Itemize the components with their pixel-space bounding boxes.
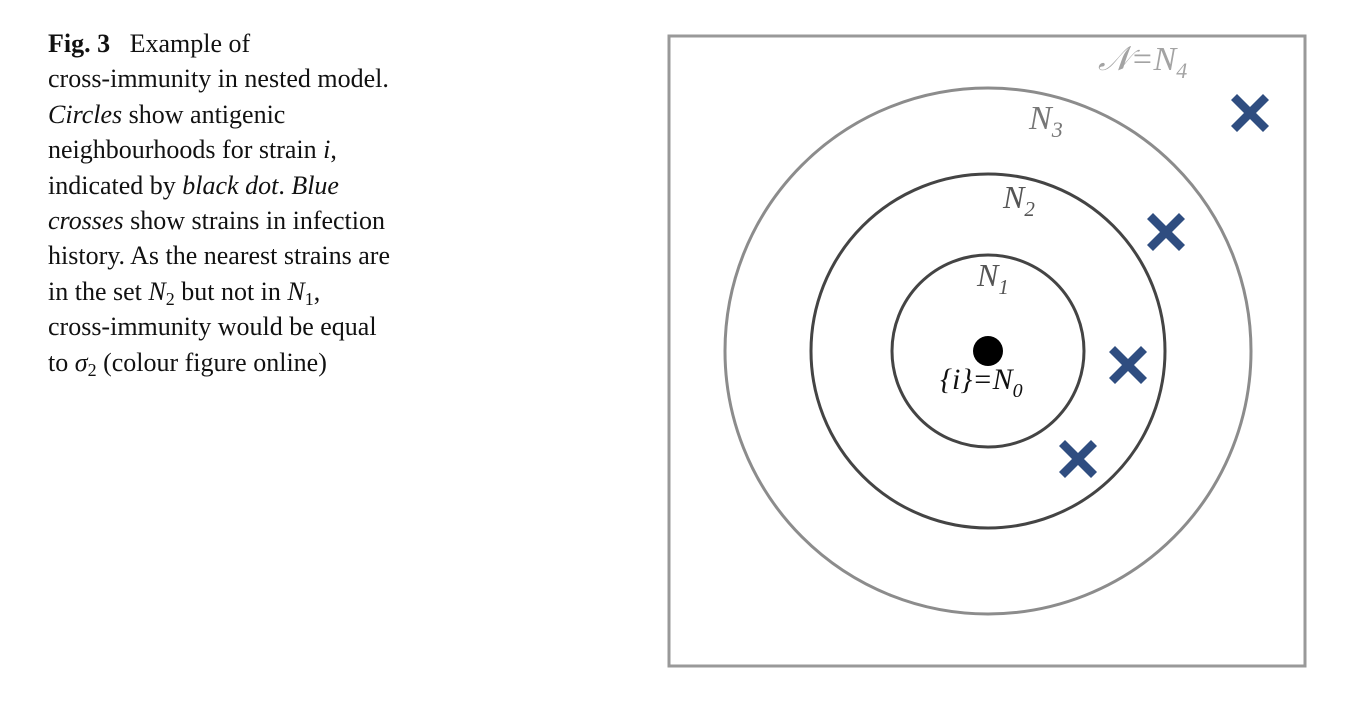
- n2-label-subscript: 2: [1024, 197, 1035, 221]
- n2-label: N2: [1002, 179, 1035, 221]
- infection-cross-icon: [1059, 440, 1097, 478]
- n3-label-text: N: [1028, 100, 1054, 137]
- n1-label: N1: [976, 257, 1009, 299]
- infection-cross-icon: [1109, 346, 1147, 384]
- strain-i-dot: [973, 336, 1003, 366]
- n2-label-text: N: [1002, 179, 1026, 215]
- n0-label-subscript: 0: [1013, 380, 1023, 402]
- outer-set-eq: =N: [1131, 41, 1179, 78]
- n0-label-text: {i}=N: [940, 363, 1015, 396]
- infection-cross-icon: [1147, 213, 1185, 251]
- outer-set-label: 𝒩=N4: [1098, 41, 1187, 83]
- n3-label: N3: [1028, 100, 1063, 142]
- infection-cross-icon: [1231, 94, 1269, 132]
- n1-label-text: N: [976, 257, 1000, 293]
- n0-label: {i}=N0: [940, 363, 1023, 402]
- n3-label-subscript: 3: [1051, 117, 1063, 142]
- n1-label-subscript: 1: [998, 275, 1009, 299]
- nested-neighbourhood-diagram: 𝒩=N4 N3 N2 N1 {i}=N0: [667, 34, 1307, 668]
- outer-set-subscript: 4: [1176, 58, 1187, 83]
